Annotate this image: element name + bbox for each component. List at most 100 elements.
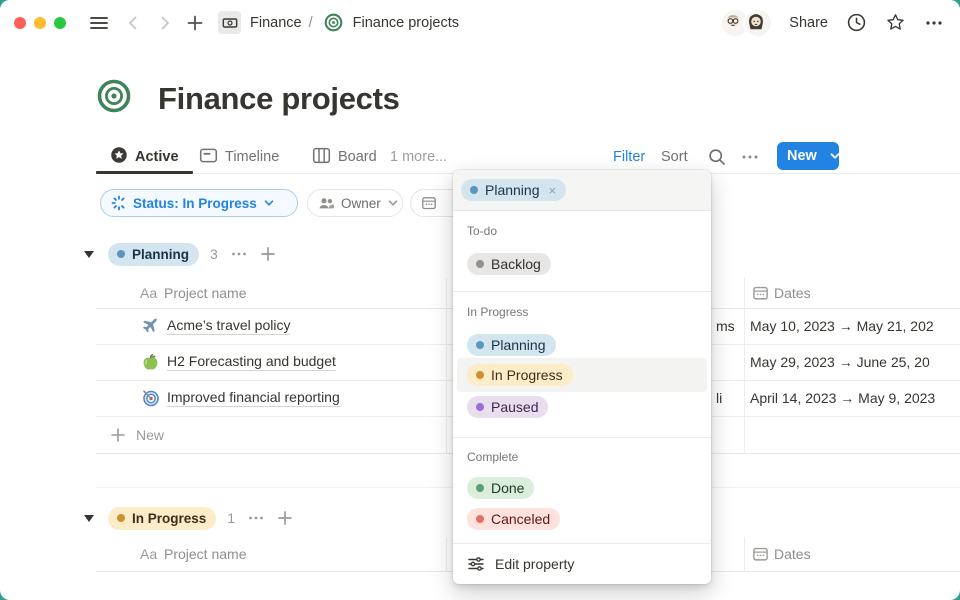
column-header-dates[interactable]: Dates (774, 285, 811, 301)
status-dot (476, 515, 484, 523)
status-dot (476, 260, 484, 268)
column-divider (744, 278, 745, 453)
view-options-icon[interactable] (740, 147, 760, 167)
chevron-down-icon (263, 197, 275, 209)
updates-clock-icon[interactable] (846, 12, 867, 33)
chevron-down-icon (387, 197, 399, 209)
option-done[interactable]: Done (467, 477, 534, 499)
spinner-burst-icon (111, 195, 127, 211)
tab-label: Timeline (225, 149, 279, 165)
tab-timeline-view[interactable]: Timeline (199, 142, 279, 172)
sliders-icon (467, 555, 485, 573)
edit-property-label: Edit property (495, 556, 574, 572)
breadcrumb-separator: / (309, 15, 313, 31)
tab-more-views[interactable]: 1 more... (390, 142, 447, 172)
status-dot (470, 186, 478, 194)
minimize-window-button[interactable] (34, 17, 46, 29)
group-options-icon[interactable] (247, 509, 265, 527)
window-titlebar: Finance / Finance projects Share (0, 0, 960, 45)
forward-icon[interactable] (156, 14, 174, 32)
avatar-user-2[interactable] (743, 8, 773, 38)
breadcrumb-current[interactable]: Finance projects (353, 15, 459, 31)
option-paused[interactable]: Paused (467, 396, 548, 418)
breadcrumb-parent[interactable]: Finance (250, 15, 302, 31)
owner-filter-chip[interactable]: Owner (307, 189, 403, 217)
column-divider (744, 537, 745, 571)
favorite-star-icon[interactable] (885, 12, 906, 33)
sort-button[interactable]: Sort (661, 142, 688, 172)
group-add-icon[interactable] (277, 510, 293, 526)
dropdown-section-todo: To-do (467, 224, 497, 238)
group-header-in-progress: In Progress 1 (84, 505, 293, 531)
status-filter-dropdown: Planning × To-do Backlog In Progress Pla… (453, 170, 711, 584)
project-title[interactable]: Improved financial reporting (167, 389, 340, 407)
remove-tag-icon[interactable]: × (549, 183, 557, 198)
dates-value[interactable]: April 14, 2023 → May 9, 2023 (750, 390, 935, 406)
close-window-button[interactable] (14, 17, 26, 29)
edit-property-button[interactable]: Edit property (453, 543, 711, 584)
option-backlog[interactable]: Backlog (467, 253, 551, 275)
project-title[interactable]: Acme’s travel policy (167, 317, 290, 335)
new-button-label: New (777, 148, 817, 164)
option-in-progress[interactable]: In Progress (467, 364, 573, 386)
option-canceled[interactable]: Canceled (467, 508, 560, 530)
group-status-tag[interactable]: Planning (108, 243, 199, 266)
owner-filter-label: Owner (341, 196, 381, 211)
breadcrumb-page-bullseye-icon (324, 11, 344, 34)
status-dot (476, 484, 484, 492)
sidebar-toggle-icon[interactable] (88, 12, 110, 34)
dropdown-divider (453, 437, 711, 438)
calendar-icon (752, 546, 769, 563)
column-header-project-name[interactable]: Project name (164, 285, 246, 301)
timeline-icon (199, 146, 218, 169)
green-apple-icon (142, 354, 159, 371)
star-circle-icon (110, 146, 128, 168)
status-dot (117, 514, 125, 522)
breadcrumb-finance-icon[interactable] (218, 11, 241, 34)
back-icon[interactable] (124, 14, 142, 32)
page-bullseye-icon (96, 78, 132, 119)
owner-fragment: ms (716, 318, 735, 334)
tab-active-view[interactable]: Active (110, 142, 179, 172)
filter-button[interactable]: Filter (613, 142, 645, 172)
tab-label: 1 more... (390, 149, 447, 165)
tab-label: Board (338, 149, 377, 165)
status-dot (476, 341, 484, 349)
text-type-icon: Aa (140, 546, 157, 562)
status-filter-chip[interactable]: Status: In Progress (100, 189, 298, 217)
calendar-icon (752, 285, 769, 302)
zoom-window-button[interactable] (54, 17, 66, 29)
project-title[interactable]: H2 Forecasting and budget (167, 353, 336, 371)
target-icon (142, 390, 159, 407)
status-dot (476, 371, 484, 379)
plus-icon (110, 427, 126, 443)
column-divider (446, 537, 447, 571)
group-add-icon[interactable] (260, 246, 276, 262)
more-options-icon[interactable] (924, 13, 944, 33)
column-header-project-name[interactable]: Project name (164, 546, 246, 562)
text-type-icon: Aa (140, 285, 157, 301)
status-dot (476, 403, 484, 411)
dropdown-section-complete: Complete (467, 450, 518, 464)
new-page-icon[interactable] (186, 14, 204, 32)
collapse-triangle-icon[interactable] (84, 515, 94, 522)
share-button[interactable]: Share (789, 15, 828, 31)
dates-value[interactable]: May 10, 2023 → May 21, 202 (750, 318, 934, 334)
group-options-icon[interactable] (230, 245, 248, 263)
new-button[interactable]: New (777, 142, 839, 170)
dates-value[interactable]: May 29, 2023 → June 25, 20 (750, 354, 930, 370)
new-button-chevron-down-icon[interactable] (825, 149, 846, 163)
search-icon[interactable] (707, 147, 727, 167)
column-divider (446, 278, 447, 453)
tab-board-view[interactable]: Board (312, 142, 377, 172)
page-title[interactable]: Finance projects (158, 81, 400, 117)
dropdown-search-input[interactable]: Planning × (453, 170, 711, 211)
collapse-triangle-icon[interactable] (84, 251, 94, 258)
option-planning[interactable]: Planning (467, 334, 556, 356)
selected-status-chip[interactable]: Planning × (461, 179, 566, 201)
owner-fragment: li (716, 390, 722, 406)
tab-label: Active (135, 149, 179, 165)
board-icon (312, 146, 331, 169)
column-header-dates[interactable]: Dates (774, 546, 811, 562)
group-status-tag[interactable]: In Progress (108, 507, 216, 530)
